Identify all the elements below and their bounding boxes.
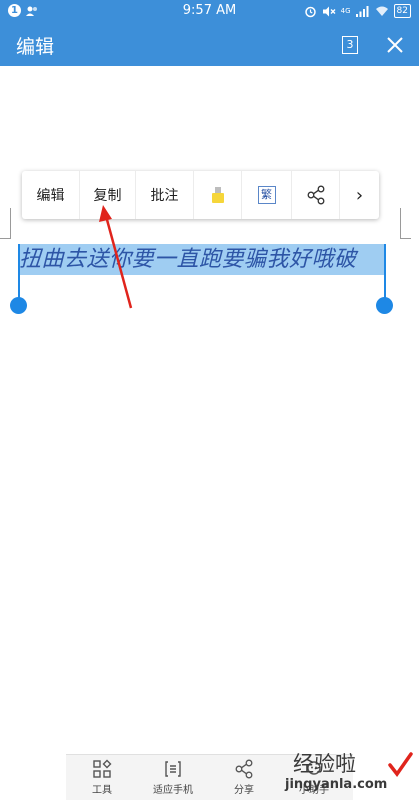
traditional-chinese-icon: 繁: [257, 186, 276, 204]
checkmark-icon: [388, 752, 413, 777]
menu-item-annotate[interactable]: 批注: [136, 171, 194, 219]
watermark-title: 经验啦: [293, 752, 356, 776]
wifi-icon: [375, 6, 388, 16]
watermark-url: jingyanla.com: [285, 777, 388, 792]
menu-item-edit[interactable]: 编辑: [22, 171, 80, 219]
annotation-arrow: [99, 205, 133, 309]
mute-icon: [322, 6, 336, 16]
screen: 1 9:57 AM 4G 82 编辑 3 编辑 复制 批注 繁 › 扭曲去送你要…: [0, 0, 419, 800]
menu-item-traditional[interactable]: 繁: [242, 171, 292, 219]
signal-icon: [355, 6, 369, 17]
network-type: 4G: [340, 7, 351, 15]
fit-phone-icon: [165, 761, 181, 777]
page-corner-right: [400, 208, 411, 239]
menu-more-button[interactable]: ›: [340, 171, 379, 219]
more-arrow-icon: ›: [355, 184, 364, 206]
tools-button[interactable]: 工具: [72, 759, 132, 800]
share-icon: [307, 185, 324, 205]
status-right: 4G 82: [304, 4, 411, 18]
context-menu: 编辑 复制 批注 繁 ›: [22, 171, 379, 219]
status-bar: 1 9:57 AM 4G 82: [0, 0, 419, 24]
selected-text[interactable]: 扭曲去送你要一直跑要骗我好哦破: [19, 244, 391, 275]
menu-item-copy[interactable]: 复制: [80, 171, 136, 219]
fit-phone-label: 适应手机: [153, 785, 193, 796]
menu-item-highlight[interactable]: [194, 171, 242, 219]
tools-grid-icon: [93, 759, 112, 778]
battery-indicator: 82: [393, 4, 411, 18]
selection-handle-right[interactable]: [376, 297, 393, 314]
page-title: 编辑: [16, 36, 55, 58]
alarm-icon: [304, 6, 316, 17]
selection-handle-left-stem: [18, 244, 20, 300]
watermark: 经验啦 jingyanla.com: [283, 748, 415, 798]
title-bar: 编辑 3: [0, 24, 419, 66]
selection-handle-left[interactable]: [10, 297, 27, 314]
fit-phone-button[interactable]: 适应手机: [143, 759, 203, 800]
share-icon: [235, 759, 253, 779]
selection-handle-right-stem: [384, 244, 386, 300]
menu-item-share[interactable]: [292, 171, 340, 219]
highlighter-icon: [211, 187, 224, 203]
page-corner-left: [0, 208, 11, 239]
page-count-button[interactable]: 3: [342, 36, 358, 54]
share-label: 分享: [234, 785, 254, 796]
tools-label: 工具: [92, 785, 112, 796]
close-icon[interactable]: [384, 34, 406, 56]
share-button[interactable]: 分享: [214, 759, 274, 800]
